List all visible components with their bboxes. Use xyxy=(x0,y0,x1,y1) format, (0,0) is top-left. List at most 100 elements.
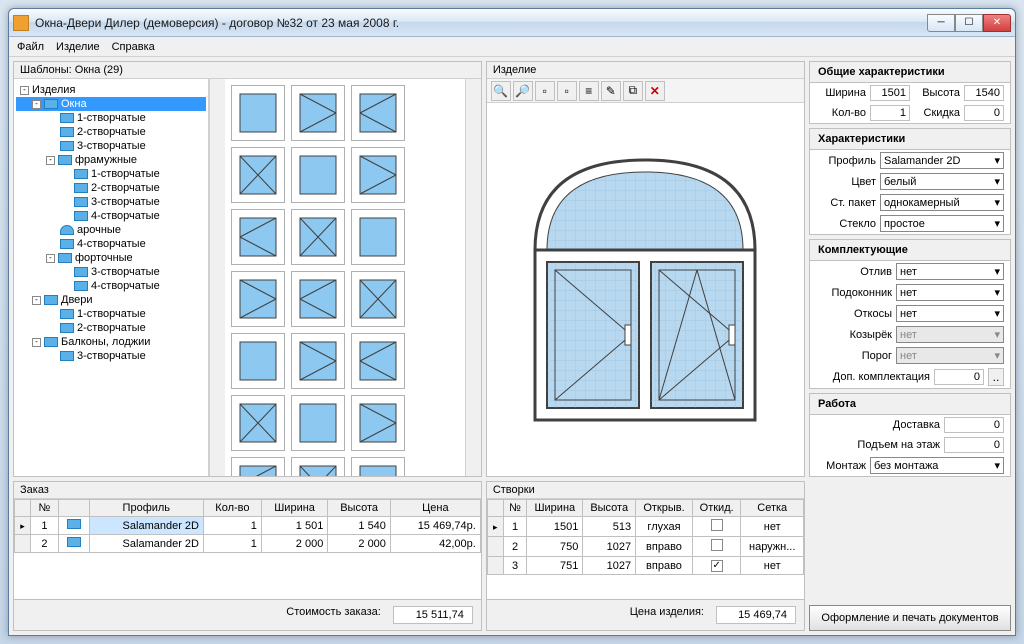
template-thumb[interactable] xyxy=(291,147,345,203)
lifting-input[interactable] xyxy=(944,437,1004,453)
visor-select[interactable]: нет xyxy=(896,326,1004,343)
product-price: 15 469,74 xyxy=(716,606,796,624)
discount-input[interactable] xyxy=(964,105,1004,121)
template-thumb[interactable] xyxy=(291,395,345,451)
mid-column: Изделие 🔍 🔎 ▫ ▫ ≡ ✎ ⧉ ✕ xyxy=(486,61,805,631)
tree-item[interactable]: -Окна xyxy=(16,97,206,111)
sashes-title: Створки xyxy=(487,482,804,499)
template-thumb[interactable] xyxy=(291,333,345,389)
table-row[interactable]: 11501513глухаянет xyxy=(487,517,803,537)
width-input[interactable] xyxy=(870,85,910,101)
menu-item[interactable]: Изделие xyxy=(56,41,100,53)
menu-file[interactable]: Файл xyxy=(17,41,44,53)
thumbs-scrollbar[interactable] xyxy=(465,79,481,476)
table-row[interactable]: 37511027вправонет xyxy=(487,557,803,575)
delivery-input[interactable] xyxy=(944,417,1004,433)
tree-item[interactable]: 1-створчатые xyxy=(16,111,206,125)
align-icon[interactable]: ≡ xyxy=(579,81,599,101)
table-row[interactable]: 27501027вправонаружн... xyxy=(487,537,803,557)
copy-icon[interactable]: ⧉ xyxy=(623,81,643,101)
template-thumb[interactable] xyxy=(351,395,405,451)
extra-button[interactable]: .. xyxy=(988,368,1004,386)
template-thumb[interactable] xyxy=(231,271,285,327)
profile-select[interactable]: Salamander 2D xyxy=(880,152,1004,169)
minimize-button[interactable]: ─ xyxy=(927,14,955,32)
tree-item[interactable]: 2-створчатые xyxy=(16,181,206,195)
product-preview[interactable] xyxy=(487,103,804,476)
template-thumb[interactable] xyxy=(351,333,405,389)
tree-item[interactable]: 1-створчатые xyxy=(16,167,206,181)
sashes-table: №ШиринаВысотаОткрыв.Откид.Сетка 11501513… xyxy=(487,499,804,575)
qty-input[interactable] xyxy=(870,105,910,121)
template-thumb[interactable] xyxy=(291,209,345,265)
template-thumb[interactable] xyxy=(351,209,405,265)
glazing-select[interactable]: простое xyxy=(880,215,1004,232)
flip-v-icon[interactable]: ▫ xyxy=(557,81,577,101)
tree-item[interactable]: -Изделия xyxy=(16,83,206,97)
order-total-row: Стоимость заказа: 15 511,74 xyxy=(14,599,481,630)
template-thumb[interactable] xyxy=(231,209,285,265)
table-row[interactable]: 2Salamander 2D12 0002 00042,00р. xyxy=(15,535,481,553)
zoom-in-icon[interactable]: 🔍 xyxy=(491,81,511,101)
menu-help[interactable]: Справка xyxy=(112,41,155,53)
zoom-out-icon[interactable]: 🔎 xyxy=(513,81,533,101)
template-thumb[interactable] xyxy=(291,271,345,327)
template-thumb[interactable] xyxy=(231,395,285,451)
tree-item[interactable]: 2-створчатые xyxy=(16,321,206,335)
delete-icon[interactable]: ✕ xyxy=(645,81,665,101)
template-thumb[interactable] xyxy=(351,147,405,203)
flip-h-icon[interactable]: ▫ xyxy=(535,81,555,101)
height-label: Высота xyxy=(914,87,960,99)
template-thumb[interactable] xyxy=(291,457,345,476)
tree-item[interactable]: арочные xyxy=(16,223,206,237)
tree-item[interactable]: 3-створчатые xyxy=(16,139,206,153)
tree-item[interactable]: 4-створчатые xyxy=(16,209,206,223)
product-title: Изделие xyxy=(487,62,804,79)
app-window: Окна-Двери Дилер (демоверсия) - договор … xyxy=(8,8,1016,636)
window-title: Окна-Двери Дилер (демоверсия) - договор … xyxy=(35,16,927,30)
lifting-label: Подъем на этаж xyxy=(816,439,940,451)
tree-item[interactable]: 3-створчатые xyxy=(16,195,206,209)
order-total: 15 511,74 xyxy=(393,606,473,624)
tree-item[interactable]: 4-створчатые xyxy=(16,279,206,293)
templates-title: Шаблоны: Окна (29) xyxy=(14,62,481,79)
template-thumb[interactable] xyxy=(351,85,405,141)
table-row[interactable]: 1Salamander 2D11 5011 54015 469,74р. xyxy=(15,517,481,535)
window-controls: ─ ☐ ✕ xyxy=(927,14,1011,32)
tree-item[interactable]: -форточные xyxy=(16,251,206,265)
template-tree[interactable]: -Изделия-Окна1-створчатые2-створчатые3-с… xyxy=(14,79,209,476)
template-thumb[interactable] xyxy=(351,457,405,476)
extra-input[interactable] xyxy=(934,369,984,385)
threshold-select[interactable]: нет xyxy=(896,347,1004,364)
mounting-select[interactable]: без монтажа xyxy=(870,457,1004,474)
tree-item[interactable]: 3-створчатые xyxy=(16,349,206,363)
tree-item[interactable]: -Балконы, лоджии xyxy=(16,335,206,349)
tree-item[interactable]: 4-створчатые xyxy=(16,237,206,251)
slopes-select[interactable]: нет xyxy=(896,305,1004,322)
template-thumb[interactable] xyxy=(291,85,345,141)
edit-icon[interactable]: ✎ xyxy=(601,81,621,101)
windowboard-select[interactable]: нет xyxy=(896,284,1004,301)
maximize-button[interactable]: ☐ xyxy=(955,14,983,32)
tree-item[interactable]: -Двери xyxy=(16,293,206,307)
close-button[interactable]: ✕ xyxy=(983,14,1011,32)
template-thumb[interactable] xyxy=(231,147,285,203)
order-total-label: Стоимость заказа: xyxy=(286,606,381,624)
tree-item[interactable]: -фрамужные xyxy=(16,153,206,167)
template-thumb[interactable] xyxy=(351,271,405,327)
template-thumb[interactable] xyxy=(231,85,285,141)
template-thumb[interactable] xyxy=(231,333,285,389)
tree-item[interactable]: 1-створчатые xyxy=(16,307,206,321)
documents-button[interactable]: Оформление и печать документов xyxy=(809,605,1011,631)
template-thumb[interactable] xyxy=(231,457,285,476)
glass-select[interactable]: однокамерный xyxy=(880,194,1004,211)
product-price-row: Цена изделия: 15 469,74 xyxy=(487,599,804,630)
tree-scrollbar[interactable] xyxy=(209,79,225,476)
color-select[interactable]: белый xyxy=(880,173,1004,190)
height-input[interactable] xyxy=(964,85,1004,101)
delivery-label: Доставка xyxy=(816,419,940,431)
sill-select[interactable]: нет xyxy=(896,263,1004,280)
tree-item[interactable]: 2-створчатые xyxy=(16,125,206,139)
qty-label: Кол-во xyxy=(816,107,866,119)
tree-item[interactable]: 3-створчатые xyxy=(16,265,206,279)
